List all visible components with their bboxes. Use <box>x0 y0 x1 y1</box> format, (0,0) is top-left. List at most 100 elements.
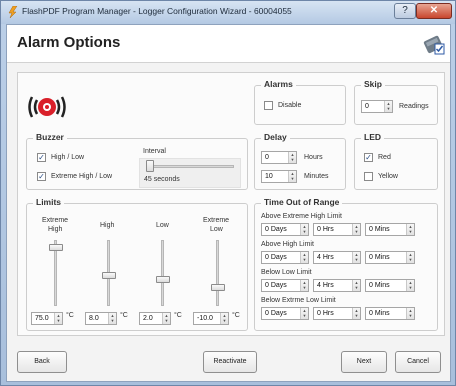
buzzer-high-low-checkbox[interactable]: ✓ <box>37 153 46 162</box>
tor-hrs-value: 0 Hrs <box>317 226 334 233</box>
tor-days-spinner[interactable]: 0 Days ▲ ▼ <box>261 307 309 320</box>
skip-group: Skip 0 ▲ ▼ Readings <box>354 79 438 125</box>
spin-arrows-icon[interactable]: ▲ ▼ <box>352 252 360 263</box>
help-button[interactable]: ? <box>394 3 416 19</box>
limit-low-label: Low <box>156 222 169 229</box>
tor-mins-spinner[interactable]: 0 Mins ▲ ▼ <box>365 279 415 292</box>
spin-arrows-icon[interactable]: ▲ ▼ <box>300 252 308 263</box>
high-slider-thumb[interactable] <box>102 272 116 279</box>
spin-arrows-icon[interactable]: ▲ ▼ <box>352 224 360 235</box>
extreme-low-slider-track[interactable] <box>216 240 219 306</box>
tor-days-value: 0 Days <box>265 254 287 261</box>
tor-mins-spinner[interactable]: 0 Mins ▲ ▼ <box>365 307 415 320</box>
tor-days-spinner[interactable]: 0 Days ▲ ▼ <box>261 251 309 264</box>
led-red-checkbox[interactable]: ✓ <box>364 153 373 162</box>
spin-arrows-icon[interactable]: ▲ ▼ <box>162 313 170 324</box>
extreme-low-slider-thumb[interactable] <box>211 284 225 291</box>
delay-hours-value: 0 <box>265 154 269 161</box>
extreme-high-value-spinner[interactable]: 75.0 ▲ ▼ <box>31 312 63 325</box>
spin-arrows-icon[interactable]: ▲ ▼ <box>406 308 414 319</box>
spin-arrows-icon[interactable]: ▲ ▼ <box>108 313 116 324</box>
alarms-disable-label: Disable <box>278 102 302 109</box>
spin-arrows-icon[interactable]: ▲ ▼ <box>406 252 414 263</box>
reactivate-button[interactable]: Reactivate <box>203 351 257 373</box>
delay-minutes-spinner[interactable]: 10 ▲ ▼ <box>261 170 297 183</box>
page-header: Alarm Options <box>7 25 450 63</box>
high-value-spinner[interactable]: 8.0 ▲ ▼ <box>85 312 117 325</box>
tor-days-spinner[interactable]: 0 Days ▲ ▼ <box>261 223 309 236</box>
tor-mins-value: 0 Mins <box>369 254 390 261</box>
spin-arrows-icon[interactable]: ▲ ▼ <box>406 224 414 235</box>
spin-arrows-icon[interactable]: ▲ ▼ <box>352 308 360 319</box>
next-button[interactable]: Next <box>341 351 387 373</box>
wizard-window: FlashPDF Program Manager - Logger Config… <box>0 0 456 386</box>
tor-hrs-spinner[interactable]: 0 Hrs ▲ ▼ <box>313 223 361 236</box>
spin-arrows-icon[interactable]: ▲ ▼ <box>352 280 360 291</box>
cancel-button[interactable]: Cancel <box>395 351 441 373</box>
interval-slider-track[interactable] <box>148 165 234 168</box>
extreme-high-slider-thumb[interactable] <box>49 244 63 251</box>
alarm-sound-icon <box>28 96 66 118</box>
spin-arrows-icon[interactable]: ▲ ▼ <box>288 171 296 182</box>
skip-readings-spinner[interactable]: 0 ▲ ▼ <box>361 100 393 113</box>
buzzer-group-title: Buzzer <box>33 132 67 142</box>
low-slider-thumb[interactable] <box>156 276 170 283</box>
tor-row-label: Below Low Limit <box>261 269 312 276</box>
celsius-unit: °C <box>174 312 182 319</box>
wizard-client-area: Alarm Options Alarms Disable Skip 0 ▲ ▼ … <box>6 24 451 382</box>
spin-arrows-icon[interactable]: ▲ ▼ <box>54 313 62 324</box>
tor-hrs-value: 0 Hrs <box>317 310 334 317</box>
celsius-unit: °C <box>66 312 74 319</box>
buzzer-extreme-checkbox[interactable]: ✓ <box>37 172 46 181</box>
spin-arrows-icon[interactable]: ▲ ▼ <box>384 101 392 112</box>
spin-arrows-icon[interactable]: ▲ ▼ <box>288 152 296 163</box>
tor-days-value: 0 Days <box>265 226 287 233</box>
back-button[interactable]: Back <box>17 351 67 373</box>
celsius-unit: °C <box>120 312 128 319</box>
low-slider-track[interactable] <box>161 240 164 306</box>
low-value: 2.0 <box>143 315 153 322</box>
tor-row-label: Above High Limit <box>261 241 314 248</box>
tor-days-value: 0 Days <box>265 310 287 317</box>
spin-arrows-icon[interactable]: ▲ ▼ <box>300 280 308 291</box>
limit-extreme-low-label-1: Extreme <box>203 217 230 224</box>
tor-hrs-spinner[interactable]: 4 Hrs ▲ ▼ <box>313 251 361 264</box>
tor-mins-value: 0 Mins <box>369 226 390 233</box>
interval-slider-thumb[interactable] <box>146 160 154 172</box>
spin-arrows-icon[interactable]: ▲ ▼ <box>406 280 414 291</box>
window-title: FlashPDF Program Manager - Logger Config… <box>22 6 292 16</box>
alarms-group-title: Alarms <box>261 79 296 89</box>
close-button[interactable]: ✕ <box>416 3 452 19</box>
extreme-low-value-spinner[interactable]: -10.0 ▲ ▼ <box>193 312 229 325</box>
delay-hours-spinner[interactable]: 0 ▲ ▼ <box>261 151 297 164</box>
led-yellow-checkbox[interactable] <box>364 172 373 181</box>
buzzer-group: Buzzer ✓ High / Low ✓ Extreme High / Low… <box>26 132 248 190</box>
time-out-of-range-group: Time Out of Range Above Extreme High Lim… <box>254 197 438 331</box>
logger-checklist-icon <box>423 35 445 55</box>
tor-hrs-value: 4 Hrs <box>317 254 334 261</box>
low-value-spinner[interactable]: 2.0 ▲ ▼ <box>139 312 171 325</box>
alarms-disable-checkbox[interactable] <box>264 101 273 110</box>
title-bar[interactable]: FlashPDF Program Manager - Logger Config… <box>1 1 455 24</box>
tor-mins-spinner[interactable]: 0 Mins ▲ ▼ <box>365 251 415 264</box>
limit-high-label: High <box>100 222 115 229</box>
tor-row-label: Above Extreme High Limit <box>261 213 342 220</box>
alarms-group: Alarms Disable <box>254 79 346 125</box>
spin-arrows-icon[interactable]: ▲ ▼ <box>220 313 228 324</box>
celsius-unit: °C <box>232 312 240 319</box>
tor-hrs-spinner[interactable]: 0 Hrs ▲ ▼ <box>313 307 361 320</box>
alarm-options-panel: Alarms Disable Skip 0 ▲ ▼ Readings Buzzer… <box>17 72 445 336</box>
delay-group-title: Delay <box>261 132 290 142</box>
interval-value: 45 seconds <box>144 176 180 183</box>
tor-days-spinner[interactable]: 0 Days ▲ ▼ <box>261 279 309 292</box>
tor-row-label: Below Extrme Low Limit <box>261 297 336 304</box>
tor-days-value: 0 Days <box>265 282 287 289</box>
tor-mins-spinner[interactable]: 0 Mins ▲ ▼ <box>365 223 415 236</box>
spin-arrows-icon[interactable]: ▲ ▼ <box>300 308 308 319</box>
led-red-label: Red <box>378 154 391 161</box>
limits-group-title: Limits <box>33 197 65 207</box>
led-yellow-label: Yellow <box>378 173 398 180</box>
tor-hrs-value: 4 Hrs <box>317 282 334 289</box>
spin-arrows-icon[interactable]: ▲ ▼ <box>300 224 308 235</box>
tor-hrs-spinner[interactable]: 4 Hrs ▲ ▼ <box>313 279 361 292</box>
